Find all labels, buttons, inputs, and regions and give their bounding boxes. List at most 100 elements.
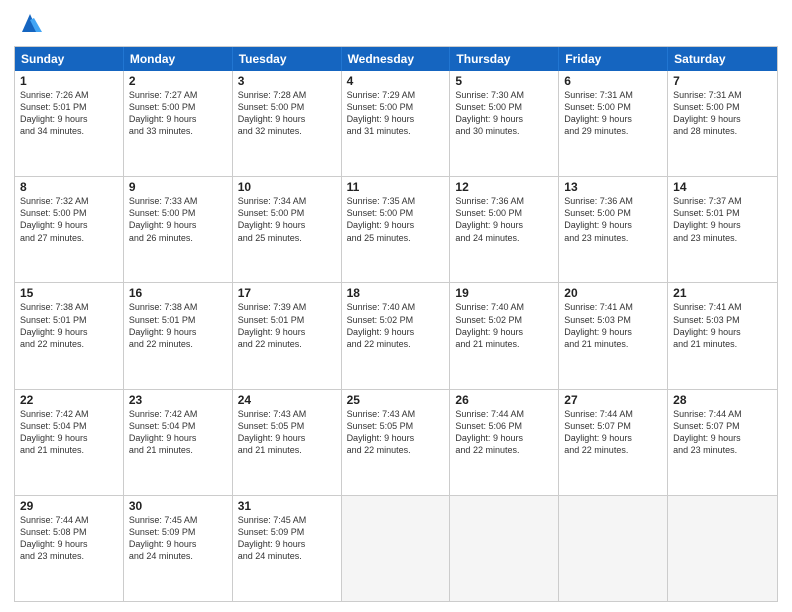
calendar-day-29: 29Sunrise: 7:44 AM Sunset: 5:08 PM Dayli… bbox=[15, 496, 124, 601]
day-info: Sunrise: 7:35 AM Sunset: 5:00 PM Dayligh… bbox=[347, 195, 445, 244]
day-info: Sunrise: 7:42 AM Sunset: 5:04 PM Dayligh… bbox=[20, 408, 118, 457]
day-info: Sunrise: 7:42 AM Sunset: 5:04 PM Dayligh… bbox=[129, 408, 227, 457]
day-info: Sunrise: 7:31 AM Sunset: 5:00 PM Dayligh… bbox=[564, 89, 662, 138]
day-number: 3 bbox=[238, 74, 336, 88]
calendar-day-15: 15Sunrise: 7:38 AM Sunset: 5:01 PM Dayli… bbox=[15, 283, 124, 388]
calendar-day-9: 9Sunrise: 7:33 AM Sunset: 5:00 PM Daylig… bbox=[124, 177, 233, 282]
calendar-day-3: 3Sunrise: 7:28 AM Sunset: 5:00 PM Daylig… bbox=[233, 71, 342, 176]
day-number: 13 bbox=[564, 180, 662, 194]
day-number: 14 bbox=[673, 180, 772, 194]
calendar-day-4: 4Sunrise: 7:29 AM Sunset: 5:00 PM Daylig… bbox=[342, 71, 451, 176]
header-day-wednesday: Wednesday bbox=[342, 47, 451, 71]
day-number: 17 bbox=[238, 286, 336, 300]
day-info: Sunrise: 7:43 AM Sunset: 5:05 PM Dayligh… bbox=[347, 408, 445, 457]
day-info: Sunrise: 7:40 AM Sunset: 5:02 PM Dayligh… bbox=[347, 301, 445, 350]
day-number: 31 bbox=[238, 499, 336, 513]
day-number: 7 bbox=[673, 74, 772, 88]
calendar-day-19: 19Sunrise: 7:40 AM Sunset: 5:02 PM Dayli… bbox=[450, 283, 559, 388]
header-day-thursday: Thursday bbox=[450, 47, 559, 71]
day-info: Sunrise: 7:28 AM Sunset: 5:00 PM Dayligh… bbox=[238, 89, 336, 138]
header-day-monday: Monday bbox=[124, 47, 233, 71]
calendar-day-16: 16Sunrise: 7:38 AM Sunset: 5:01 PM Dayli… bbox=[124, 283, 233, 388]
day-number: 29 bbox=[20, 499, 118, 513]
day-info: Sunrise: 7:32 AM Sunset: 5:00 PM Dayligh… bbox=[20, 195, 118, 244]
day-number: 21 bbox=[673, 286, 772, 300]
day-info: Sunrise: 7:44 AM Sunset: 5:08 PM Dayligh… bbox=[20, 514, 118, 563]
calendar-day-26: 26Sunrise: 7:44 AM Sunset: 5:06 PM Dayli… bbox=[450, 390, 559, 495]
calendar-day-17: 17Sunrise: 7:39 AM Sunset: 5:01 PM Dayli… bbox=[233, 283, 342, 388]
calendar-day-25: 25Sunrise: 7:43 AM Sunset: 5:05 PM Dayli… bbox=[342, 390, 451, 495]
calendar-day-5: 5Sunrise: 7:30 AM Sunset: 5:00 PM Daylig… bbox=[450, 71, 559, 176]
calendar-week-1: 1Sunrise: 7:26 AM Sunset: 5:01 PM Daylig… bbox=[15, 71, 777, 176]
day-info: Sunrise: 7:36 AM Sunset: 5:00 PM Dayligh… bbox=[455, 195, 553, 244]
calendar-day-1: 1Sunrise: 7:26 AM Sunset: 5:01 PM Daylig… bbox=[15, 71, 124, 176]
calendar-week-3: 15Sunrise: 7:38 AM Sunset: 5:01 PM Dayli… bbox=[15, 282, 777, 388]
day-number: 15 bbox=[20, 286, 118, 300]
header-day-saturday: Saturday bbox=[668, 47, 777, 71]
day-info: Sunrise: 7:45 AM Sunset: 5:09 PM Dayligh… bbox=[238, 514, 336, 563]
calendar: SundayMondayTuesdayWednesdayThursdayFrid… bbox=[14, 46, 778, 602]
day-number: 1 bbox=[20, 74, 118, 88]
header-day-friday: Friday bbox=[559, 47, 668, 71]
day-number: 10 bbox=[238, 180, 336, 194]
calendar-day-6: 6Sunrise: 7:31 AM Sunset: 5:00 PM Daylig… bbox=[559, 71, 668, 176]
calendar-day-8: 8Sunrise: 7:32 AM Sunset: 5:00 PM Daylig… bbox=[15, 177, 124, 282]
day-number: 8 bbox=[20, 180, 118, 194]
calendar-day-20: 20Sunrise: 7:41 AM Sunset: 5:03 PM Dayli… bbox=[559, 283, 668, 388]
day-number: 19 bbox=[455, 286, 553, 300]
day-info: Sunrise: 7:29 AM Sunset: 5:00 PM Dayligh… bbox=[347, 89, 445, 138]
calendar-day-24: 24Sunrise: 7:43 AM Sunset: 5:05 PM Dayli… bbox=[233, 390, 342, 495]
calendar-day-18: 18Sunrise: 7:40 AM Sunset: 5:02 PM Dayli… bbox=[342, 283, 451, 388]
calendar-day-10: 10Sunrise: 7:34 AM Sunset: 5:00 PM Dayli… bbox=[233, 177, 342, 282]
day-info: Sunrise: 7:38 AM Sunset: 5:01 PM Dayligh… bbox=[20, 301, 118, 350]
calendar-day-11: 11Sunrise: 7:35 AM Sunset: 5:00 PM Dayli… bbox=[342, 177, 451, 282]
calendar-day-2: 2Sunrise: 7:27 AM Sunset: 5:00 PM Daylig… bbox=[124, 71, 233, 176]
day-info: Sunrise: 7:38 AM Sunset: 5:01 PM Dayligh… bbox=[129, 301, 227, 350]
calendar-header: SundayMondayTuesdayWednesdayThursdayFrid… bbox=[15, 47, 777, 71]
calendar-day-23: 23Sunrise: 7:42 AM Sunset: 5:04 PM Dayli… bbox=[124, 390, 233, 495]
day-info: Sunrise: 7:39 AM Sunset: 5:01 PM Dayligh… bbox=[238, 301, 336, 350]
day-number: 2 bbox=[129, 74, 227, 88]
calendar-day-22: 22Sunrise: 7:42 AM Sunset: 5:04 PM Dayli… bbox=[15, 390, 124, 495]
logo bbox=[14, 10, 44, 38]
day-info: Sunrise: 7:40 AM Sunset: 5:02 PM Dayligh… bbox=[455, 301, 553, 350]
day-number: 25 bbox=[347, 393, 445, 407]
page: SundayMondayTuesdayWednesdayThursdayFrid… bbox=[0, 0, 792, 612]
calendar-empty-cell bbox=[559, 496, 668, 601]
day-info: Sunrise: 7:37 AM Sunset: 5:01 PM Dayligh… bbox=[673, 195, 772, 244]
day-info: Sunrise: 7:26 AM Sunset: 5:01 PM Dayligh… bbox=[20, 89, 118, 138]
header bbox=[14, 10, 778, 38]
day-number: 24 bbox=[238, 393, 336, 407]
calendar-week-2: 8Sunrise: 7:32 AM Sunset: 5:00 PM Daylig… bbox=[15, 176, 777, 282]
calendar-day-21: 21Sunrise: 7:41 AM Sunset: 5:03 PM Dayli… bbox=[668, 283, 777, 388]
day-info: Sunrise: 7:45 AM Sunset: 5:09 PM Dayligh… bbox=[129, 514, 227, 563]
calendar-day-27: 27Sunrise: 7:44 AM Sunset: 5:07 PM Dayli… bbox=[559, 390, 668, 495]
day-info: Sunrise: 7:31 AM Sunset: 5:00 PM Dayligh… bbox=[673, 89, 772, 138]
calendar-empty-cell bbox=[342, 496, 451, 601]
day-info: Sunrise: 7:27 AM Sunset: 5:00 PM Dayligh… bbox=[129, 89, 227, 138]
header-day-sunday: Sunday bbox=[15, 47, 124, 71]
day-info: Sunrise: 7:44 AM Sunset: 5:06 PM Dayligh… bbox=[455, 408, 553, 457]
calendar-day-14: 14Sunrise: 7:37 AM Sunset: 5:01 PM Dayli… bbox=[668, 177, 777, 282]
calendar-empty-cell bbox=[668, 496, 777, 601]
calendar-day-7: 7Sunrise: 7:31 AM Sunset: 5:00 PM Daylig… bbox=[668, 71, 777, 176]
day-number: 22 bbox=[20, 393, 118, 407]
day-info: Sunrise: 7:41 AM Sunset: 5:03 PM Dayligh… bbox=[564, 301, 662, 350]
day-number: 4 bbox=[347, 74, 445, 88]
calendar-empty-cell bbox=[450, 496, 559, 601]
day-info: Sunrise: 7:41 AM Sunset: 5:03 PM Dayligh… bbox=[673, 301, 772, 350]
day-info: Sunrise: 7:34 AM Sunset: 5:00 PM Dayligh… bbox=[238, 195, 336, 244]
calendar-day-12: 12Sunrise: 7:36 AM Sunset: 5:00 PM Dayli… bbox=[450, 177, 559, 282]
calendar-body: 1Sunrise: 7:26 AM Sunset: 5:01 PM Daylig… bbox=[15, 71, 777, 601]
day-number: 16 bbox=[129, 286, 227, 300]
day-number: 9 bbox=[129, 180, 227, 194]
day-info: Sunrise: 7:43 AM Sunset: 5:05 PM Dayligh… bbox=[238, 408, 336, 457]
day-number: 11 bbox=[347, 180, 445, 194]
day-number: 18 bbox=[347, 286, 445, 300]
header-day-tuesday: Tuesday bbox=[233, 47, 342, 71]
day-info: Sunrise: 7:36 AM Sunset: 5:00 PM Dayligh… bbox=[564, 195, 662, 244]
day-number: 20 bbox=[564, 286, 662, 300]
calendar-day-13: 13Sunrise: 7:36 AM Sunset: 5:00 PM Dayli… bbox=[559, 177, 668, 282]
calendar-week-4: 22Sunrise: 7:42 AM Sunset: 5:04 PM Dayli… bbox=[15, 389, 777, 495]
calendar-day-30: 30Sunrise: 7:45 AM Sunset: 5:09 PM Dayli… bbox=[124, 496, 233, 601]
